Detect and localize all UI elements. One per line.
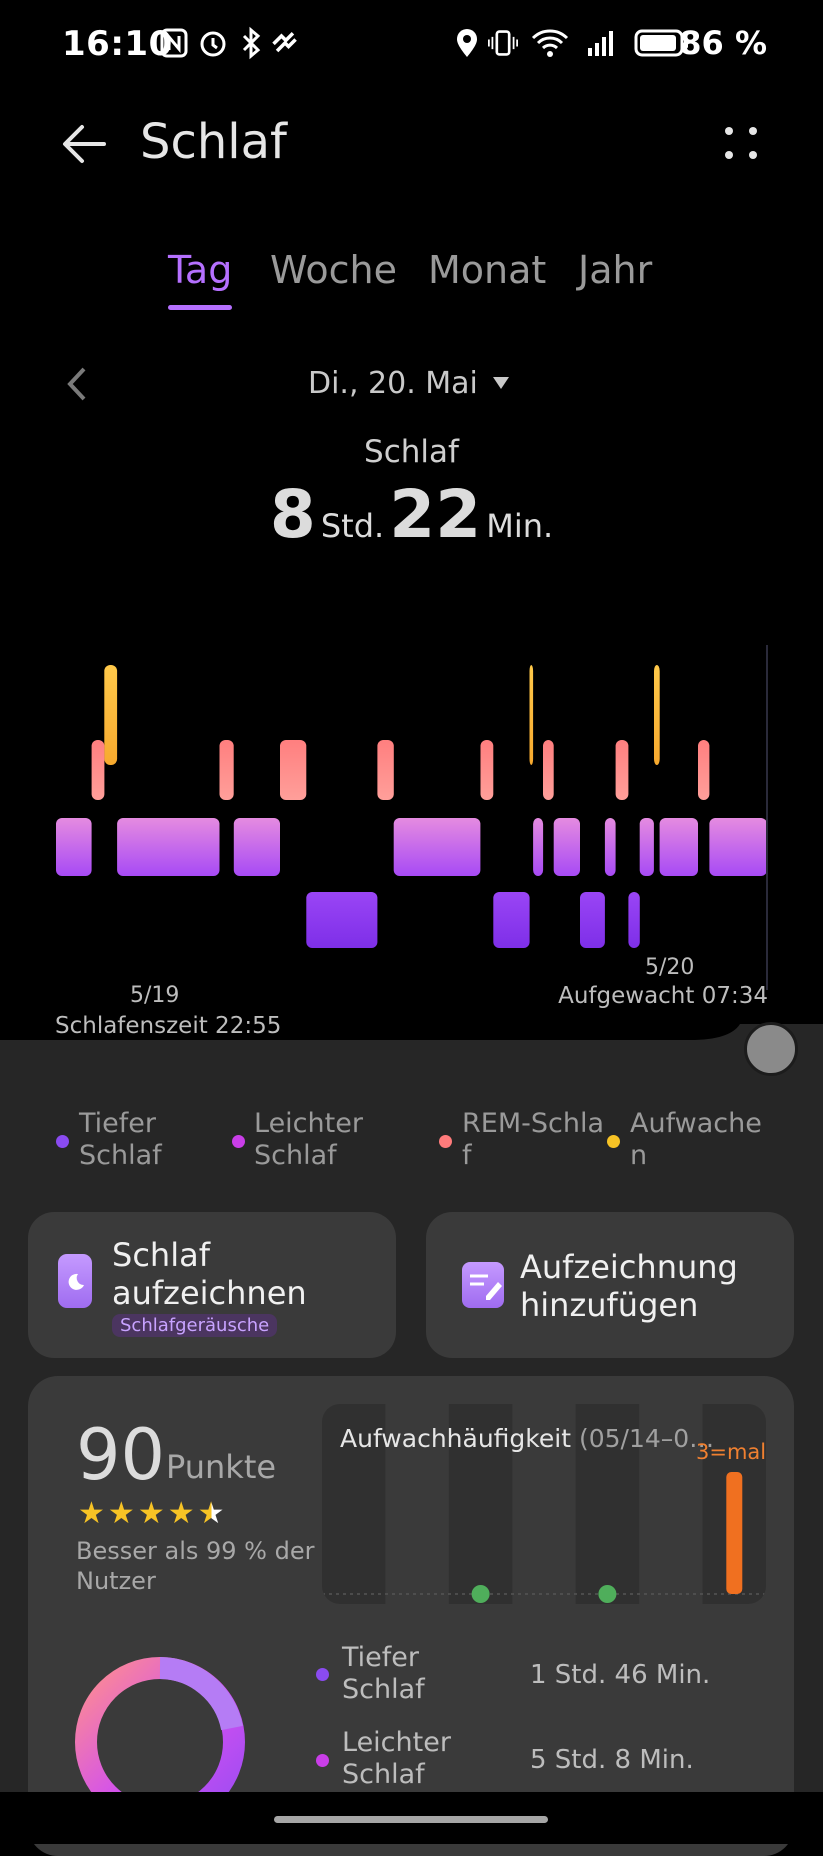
comparison-text: Besser als 99 % der Nutzer xyxy=(76,1537,315,1595)
legend-dot-wake xyxy=(607,1135,620,1148)
sleep-segment-light xyxy=(533,818,544,876)
sleep-segment-deep xyxy=(580,892,605,948)
legend-dot-deep xyxy=(56,1135,69,1148)
location-icon xyxy=(457,29,477,57)
scrubber-handle[interactable] xyxy=(744,1022,798,1076)
wake-time-label: Aufgewacht 07:34 xyxy=(558,983,768,1009)
tab-monat[interactable]: Monat xyxy=(428,248,546,292)
sleep-score-value: 90 xyxy=(76,1414,166,1496)
star-icon: ★ xyxy=(78,1496,105,1531)
sleep-segment-light xyxy=(553,818,580,876)
chart-end-date: 5/20 xyxy=(645,955,695,980)
minutes-unit: Min. xyxy=(486,507,554,545)
date-selector[interactable]: Di., 20. Mai xyxy=(308,366,478,401)
sleep-segment-deep xyxy=(306,892,378,948)
health-sync-icon xyxy=(272,32,297,53)
minutes-value: 22 xyxy=(389,476,482,553)
bluetooth-icon xyxy=(242,26,261,60)
star-icon: ★ xyxy=(137,1496,165,1531)
wake-frequency-highlight: 3=mal xyxy=(696,1440,767,1464)
sleep-segment-light xyxy=(117,818,220,876)
star-rating: ★ ★ ★ ★ ★ xyxy=(78,1496,228,1531)
back-arrow-icon[interactable] xyxy=(58,118,110,170)
wake-frequency-title: Aufwachhäufigkeit (05/14–0… xyxy=(340,1424,715,1453)
breakdown-light-value: 5 Std. 8 Min. xyxy=(530,1745,694,1775)
hours-unit: Std. xyxy=(320,507,385,545)
breakdown-deep-label: Tiefer Schlaf xyxy=(342,1642,425,1705)
sleep-total-label: Schlaf xyxy=(364,434,459,470)
sleep-segment-deep xyxy=(628,892,640,948)
breakdown-deep-value: 1 Std. 46 Min. xyxy=(530,1660,711,1690)
tab-tag[interactable]: Tag xyxy=(168,248,232,292)
sleep-segment-wake xyxy=(654,665,660,765)
home-gesture-bar[interactable] xyxy=(274,1816,548,1823)
alarm-icon xyxy=(200,31,226,57)
star-icon: ★ xyxy=(107,1496,135,1531)
add-record-label: Aufzeichnung hinzufügen xyxy=(520,1248,738,1324)
dropdown-caret-icon[interactable] xyxy=(492,376,510,390)
wake-frequency-dot xyxy=(471,1585,490,1603)
hours-value: 8 xyxy=(269,476,316,553)
more-options-icon[interactable] xyxy=(722,124,760,162)
sleep-segment-wake xyxy=(104,665,118,765)
sleep-segment-light xyxy=(233,818,280,876)
legend-light: Leichter Schlaf xyxy=(254,1108,363,1171)
sleep-segment-light xyxy=(659,818,698,876)
breakdown-dot-deep xyxy=(316,1668,329,1681)
sleep-segment-light xyxy=(639,818,654,876)
page-title: Schlaf xyxy=(140,114,287,170)
legend-deep: Tiefer Schlaf xyxy=(79,1108,162,1171)
record-sleep-label: Schlaf aufzeichnen xyxy=(112,1236,307,1312)
legend-rem: REM-Schla f xyxy=(462,1108,605,1171)
note-edit-icon xyxy=(462,1262,504,1308)
wake-frequency-dot xyxy=(598,1585,617,1603)
star-icon: ★ xyxy=(167,1496,195,1531)
chart-start-date: 5/19 xyxy=(130,983,180,1008)
tab-jahr[interactable]: Jahr xyxy=(578,248,652,292)
wake-frequency-bar xyxy=(726,1472,743,1594)
sleep-stage-chart[interactable] xyxy=(0,630,823,1000)
sleep-sounds-chip: Schlafgeräusche xyxy=(112,1314,278,1337)
active-tab-indicator xyxy=(168,305,232,310)
sleep-total-duration: 8 Std. 22 Min. xyxy=(0,476,823,553)
vibrate-icon xyxy=(488,30,518,56)
previous-day-icon[interactable] xyxy=(62,364,90,404)
legend-wake: Aufwache n xyxy=(630,1108,762,1171)
legend-dot-light xyxy=(232,1135,245,1148)
sleep-segment-deep xyxy=(493,892,530,948)
status-bar: 16:10 86 % xyxy=(0,0,823,90)
wifi-icon xyxy=(531,29,569,57)
sleep-segment-wake xyxy=(529,665,534,765)
sleep-score-unit: Punkte xyxy=(166,1448,277,1486)
battery-percent: 86 % xyxy=(679,24,767,62)
legend-dot-rem xyxy=(439,1135,452,1148)
tab-woche[interactable]: Woche xyxy=(270,248,397,292)
half-star-icon: ★ xyxy=(197,1496,225,1531)
breakdown-light-label: Leichter Schlaf xyxy=(342,1727,451,1790)
sleep-phone-icon xyxy=(58,1254,92,1308)
breakdown-dot-light xyxy=(316,1754,329,1767)
sleep-segment-light xyxy=(709,818,767,876)
status-time: 16:10 xyxy=(62,24,173,64)
sleep-segment-light xyxy=(604,818,616,876)
sleep-segment-light xyxy=(393,818,481,876)
sleep-segment-light xyxy=(56,818,92,876)
nfc-icon xyxy=(160,28,188,58)
signal-icon xyxy=(588,31,613,56)
